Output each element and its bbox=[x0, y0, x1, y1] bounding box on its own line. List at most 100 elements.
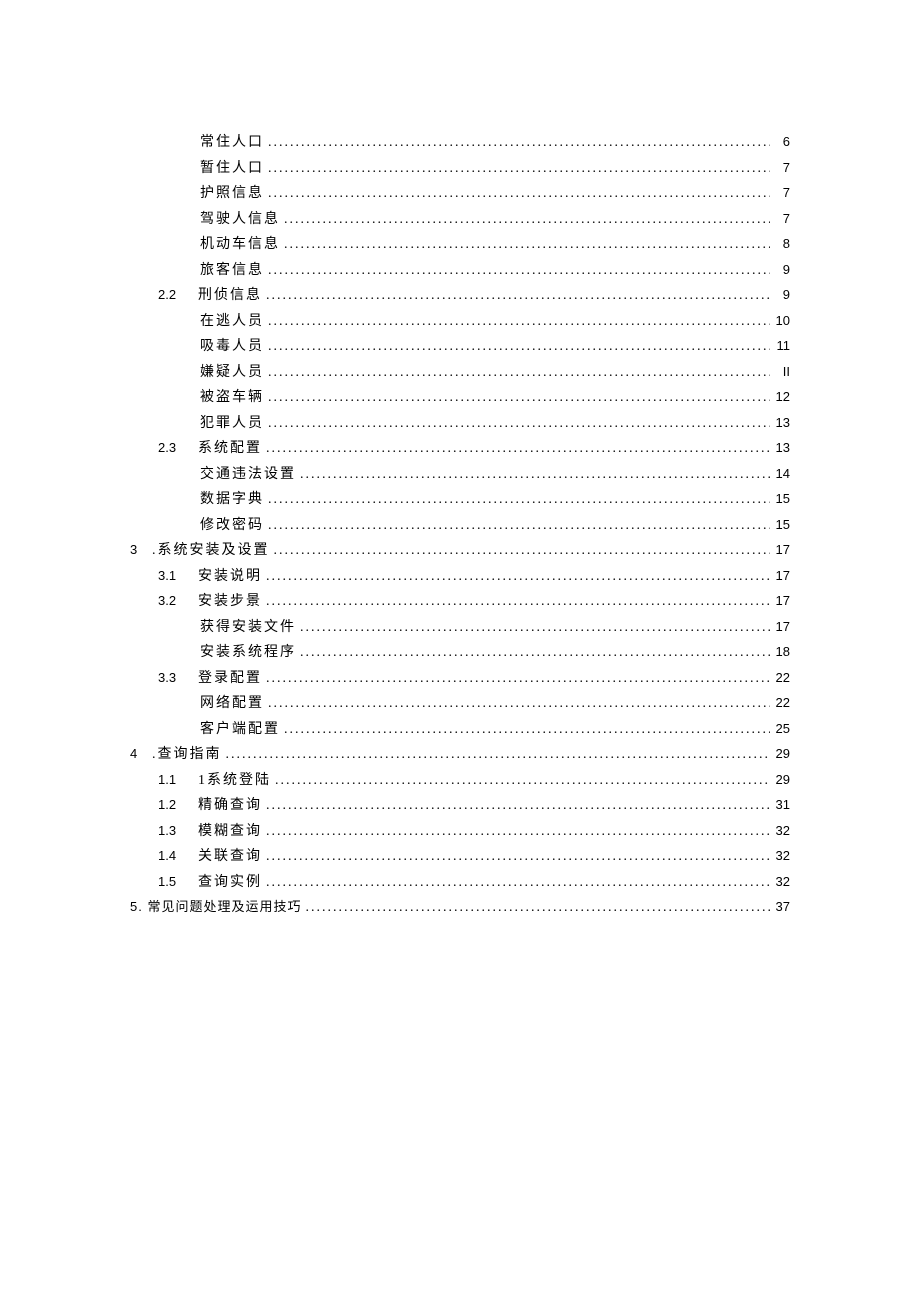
toc-page-number: 12 bbox=[770, 385, 790, 410]
toc-entry: 嫌疑人员 II bbox=[130, 360, 790, 386]
toc-leader bbox=[280, 208, 770, 233]
toc-entry: 获得安装文件 17 bbox=[130, 615, 790, 641]
toc-title: 安装步景 bbox=[198, 590, 262, 615]
toc-entry: 旅客信息9 bbox=[130, 258, 790, 284]
toc-title: 5. 常见问题处理及运用技巧 bbox=[130, 895, 301, 920]
toc-entry: 暂住人口7 bbox=[130, 156, 790, 182]
toc-title: 在逃人员 bbox=[200, 310, 264, 335]
toc-title: 护照信息 bbox=[200, 182, 264, 207]
toc-entry: 1.11系统登陆29 bbox=[130, 768, 790, 794]
toc-leader bbox=[264, 131, 770, 156]
toc-title: 嫌疑人员 bbox=[200, 361, 264, 386]
toc-number: 1.4 bbox=[158, 844, 198, 869]
toc-leader bbox=[296, 641, 770, 666]
toc-page-number: 15 bbox=[770, 513, 790, 538]
toc-title: 客户端配置 bbox=[200, 718, 280, 743]
toc-leader bbox=[262, 871, 770, 896]
toc-leader bbox=[262, 565, 770, 590]
toc-entry: 3.系统安装及设置17 bbox=[130, 538, 790, 564]
toc-title: 常住人口 bbox=[200, 131, 264, 156]
toc-page-number: II bbox=[770, 360, 790, 385]
toc-leader bbox=[264, 488, 770, 513]
toc-page-number: 17 bbox=[770, 564, 790, 589]
toc-page-number: 9 bbox=[770, 258, 790, 283]
toc-page-number: 32 bbox=[770, 844, 790, 869]
toc-leader bbox=[296, 463, 770, 488]
toc-page-number: 7 bbox=[770, 207, 790, 232]
toc-entry: 修改密码15 bbox=[130, 513, 790, 539]
toc-leader bbox=[262, 667, 770, 692]
toc-title: 网络配置 bbox=[200, 692, 264, 717]
toc-leader bbox=[262, 437, 770, 462]
toc-entry: 1.3模糊查询32 bbox=[130, 819, 790, 845]
toc-leader bbox=[264, 310, 770, 335]
toc-number: 3 bbox=[130, 538, 152, 563]
toc-page-number: 17 bbox=[770, 615, 790, 640]
toc-leader bbox=[222, 743, 771, 768]
toc-page-number: 29 bbox=[770, 742, 790, 767]
toc-entry: 机动车信息8 bbox=[130, 232, 790, 258]
toc-title: 数据字典 bbox=[200, 488, 264, 513]
toc-number: 1.2 bbox=[158, 793, 198, 818]
toc-entry: 1.4关联查询 32 bbox=[130, 844, 790, 870]
toc-leader bbox=[270, 539, 771, 564]
toc-title: 精确查询 bbox=[198, 794, 262, 819]
toc-title: 获得安装文件 bbox=[200, 616, 296, 641]
toc-title: 系统配置 bbox=[198, 437, 262, 462]
toc-page-number: 7 bbox=[770, 181, 790, 206]
toc-page-number: 14 bbox=[770, 462, 790, 487]
toc-title: 安装说明 bbox=[198, 565, 262, 590]
toc-leader bbox=[262, 845, 770, 870]
toc-number: 2.3 bbox=[158, 436, 198, 461]
toc-page-number: 31 bbox=[770, 793, 790, 818]
toc-leader bbox=[296, 616, 770, 641]
toc-number: 4 bbox=[130, 742, 152, 767]
toc-leader bbox=[262, 820, 770, 845]
table-of-contents: 常住人口6暂住人口7护照信息7驾驶人信息7机动车信息8旅客信息92.2刑侦信息9… bbox=[130, 130, 790, 921]
toc-title: 查询实例 bbox=[198, 871, 262, 896]
toc-title: 1系统登陆 bbox=[198, 769, 271, 794]
toc-page-number: 15 bbox=[770, 487, 790, 512]
toc-leader bbox=[264, 412, 770, 437]
toc-title: 驾驶人信息 bbox=[200, 208, 280, 233]
toc-leader bbox=[264, 259, 770, 284]
toc-page-number: 6 bbox=[770, 130, 790, 155]
toc-title: 刑侦信息 bbox=[198, 284, 262, 309]
toc-page-number: 17 bbox=[770, 538, 790, 563]
toc-title: 安装系统程序 bbox=[200, 641, 296, 666]
toc-title: 登录配置 bbox=[198, 667, 262, 692]
toc-leader bbox=[264, 157, 770, 182]
toc-page-number: 32 bbox=[770, 870, 790, 895]
toc-title: 交通违法设置 bbox=[200, 463, 296, 488]
toc-number: 3.3 bbox=[158, 666, 198, 691]
toc-entry: 5. 常见问题处理及运用技巧37 bbox=[130, 895, 790, 921]
toc-entry: 网络配置 22 bbox=[130, 691, 790, 717]
toc-page-number: 10 bbox=[770, 309, 790, 334]
toc-title: .查询指南 bbox=[152, 743, 222, 768]
toc-leader bbox=[264, 182, 770, 207]
toc-leader bbox=[264, 335, 770, 360]
toc-number: 3.2 bbox=[158, 589, 198, 614]
toc-title: 机动车信息 bbox=[200, 233, 280, 258]
toc-entry: 常住人口 6 bbox=[130, 130, 790, 156]
toc-page-number: 7 bbox=[770, 156, 790, 181]
toc-leader bbox=[262, 794, 770, 819]
toc-title: 吸毒人员 bbox=[200, 335, 264, 360]
toc-leader bbox=[271, 769, 770, 794]
toc-entry: 在逃人员 10 bbox=[130, 309, 790, 335]
toc-leader bbox=[262, 590, 770, 615]
toc-number: 2.2 bbox=[158, 283, 198, 308]
toc-entry: 2.2刑侦信息9 bbox=[130, 283, 790, 309]
toc-page-number: 22 bbox=[770, 666, 790, 691]
toc-leader bbox=[264, 692, 770, 717]
toc-page-number: 25 bbox=[770, 717, 790, 742]
toc-entry: 犯罪人员13 bbox=[130, 411, 790, 437]
toc-leader bbox=[264, 386, 770, 411]
toc-entry: 4.查询指南 29 bbox=[130, 742, 790, 768]
toc-number: 3.1 bbox=[158, 564, 198, 589]
toc-title: 关联查询 bbox=[198, 845, 262, 870]
toc-page-number: 22 bbox=[770, 691, 790, 716]
toc-entry: 1.2精确查询 31 bbox=[130, 793, 790, 819]
toc-page-number: 32 bbox=[770, 819, 790, 844]
toc-title: 被盗车辆 bbox=[200, 386, 264, 411]
